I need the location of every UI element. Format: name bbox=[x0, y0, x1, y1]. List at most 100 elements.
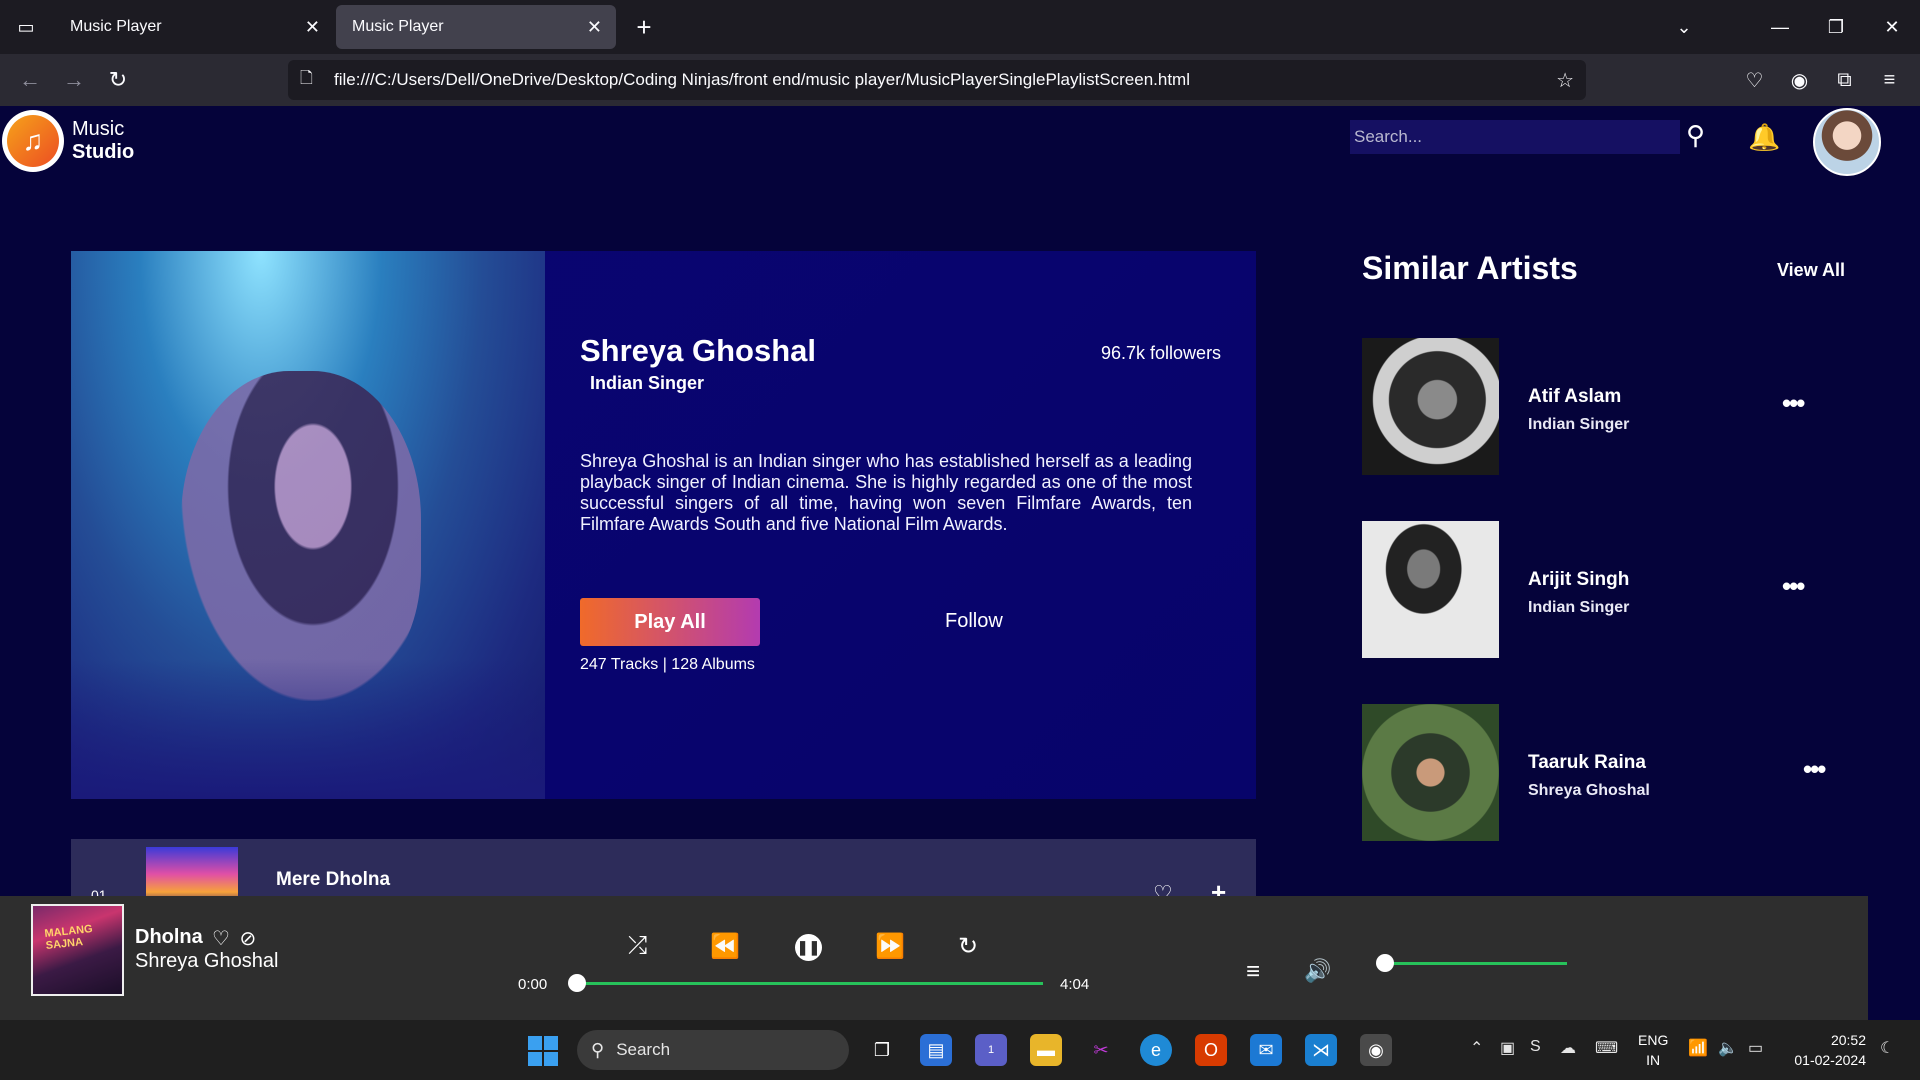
skype-icon[interactable]: S bbox=[1530, 1038, 1541, 1056]
browser-tab-bar: ▭ Music Player ✕ Music Player ✕ + ⌄ — ❐ … bbox=[0, 0, 1920, 54]
onedrive-icon[interactable]: ☁ bbox=[1560, 1038, 1576, 1058]
more-options-icon[interactable]: ••• bbox=[1782, 388, 1805, 419]
now-playing-cover: MALANG SAJNA bbox=[31, 904, 124, 996]
search-icon[interactable]: ⚲ bbox=[1686, 120, 1705, 151]
total-time: 4:04 bbox=[1060, 976, 1090, 993]
menu-icon[interactable]: ≡ bbox=[1867, 69, 1912, 92]
browser-tab-2[interactable]: Music Player ✕ bbox=[336, 5, 616, 49]
back-icon[interactable]: ← bbox=[8, 60, 52, 100]
player-bar: MALANG SAJNA Dholna ♡ ⊘ Shreya Ghoshal ⤮… bbox=[0, 896, 1868, 1020]
artist-card: Shreya Ghoshal Indian Singer 96.7k follo… bbox=[71, 251, 1256, 799]
url-bar[interactable]: 🗋 file:///C:/Users/Dell/OneDrive/Desktop… bbox=[288, 60, 1586, 100]
snipping-tool-icon[interactable]: ✂ bbox=[1085, 1034, 1117, 1066]
music-note-icon: ♫ bbox=[7, 115, 59, 167]
mail-icon[interactable]: ✉ bbox=[1250, 1034, 1282, 1066]
close-window-icon[interactable]: ✕ bbox=[1864, 17, 1920, 38]
similar-artist-role: Indian Singer bbox=[1528, 416, 1630, 433]
url-text: file:///C:/Users/Dell/OneDrive/Desktop/C… bbox=[334, 70, 1190, 89]
widgets-icon[interactable]: ▤ bbox=[920, 1034, 952, 1066]
similar-artist-item[interactable]: Taaruk Raina Shreya Ghoshal ••• bbox=[1362, 704, 1842, 841]
tab-list-icon[interactable]: ▭ bbox=[0, 0, 52, 54]
new-tab-button[interactable]: + bbox=[624, 7, 664, 47]
teams-icon[interactable]: 1 bbox=[975, 1034, 1007, 1066]
previous-icon[interactable]: ⏪ bbox=[710, 932, 740, 961]
battery-icon[interactable]: ▭ bbox=[1748, 1038, 1763, 1058]
more-options-icon[interactable]: ••• bbox=[1803, 754, 1826, 785]
tab-label: Music Player bbox=[352, 18, 444, 35]
wifi-icon[interactable]: 📶 bbox=[1688, 1038, 1708, 1058]
similar-artist-name: Arijit Singh bbox=[1528, 569, 1630, 590]
artist-photo-figure bbox=[181, 371, 421, 701]
minimize-icon[interactable]: — bbox=[1752, 17, 1808, 38]
similar-artist-name: Atif Aslam bbox=[1528, 386, 1622, 407]
notifications-icon[interactable]: ☾ bbox=[1880, 1038, 1894, 1058]
browser-tab-1[interactable]: Music Player ✕ bbox=[54, 5, 334, 49]
volume-icon[interactable]: 🔊 bbox=[1304, 958, 1331, 984]
close-tab-icon[interactable]: ✕ bbox=[305, 17, 320, 38]
keyboard-icon[interactable]: ⌨ bbox=[1595, 1038, 1618, 1058]
similar-artist-item[interactable]: Atif Aslam Indian Singer ••• bbox=[1362, 338, 1842, 475]
extensions-icon[interactable]: ⧉ bbox=[1822, 69, 1867, 92]
track-thumbnail bbox=[146, 847, 238, 896]
photo-fade bbox=[71, 659, 545, 799]
follow-button[interactable]: Follow bbox=[945, 610, 1003, 633]
tray-app-icon[interactable]: ▣ bbox=[1500, 1038, 1515, 1058]
pocket-icon[interactable]: ♡ bbox=[1732, 68, 1777, 93]
like-heart-icon[interactable]: ♡ bbox=[1153, 881, 1173, 896]
file-explorer-icon[interactable]: ▬ bbox=[1030, 1034, 1062, 1066]
app-logo[interactable]: ♫ Music Studio bbox=[2, 110, 134, 172]
taskbar-search[interactable]: ⚲ Search bbox=[577, 1030, 849, 1070]
forward-icon[interactable]: → bbox=[52, 60, 96, 100]
edge-icon[interactable]: e bbox=[1140, 1034, 1172, 1066]
tab-overflow-chevron-icon[interactable]: ⌄ bbox=[1656, 17, 1712, 38]
vscode-icon[interactable]: ⋊ bbox=[1305, 1034, 1337, 1066]
clock-date: 01-02-2024 bbox=[1794, 1052, 1866, 1068]
speaker-icon[interactable]: 🔈 bbox=[1718, 1038, 1738, 1058]
reload-icon[interactable]: ↻ bbox=[96, 60, 140, 100]
play-all-button[interactable]: Play All bbox=[580, 598, 760, 646]
close-tab-icon[interactable]: ✕ bbox=[587, 17, 602, 38]
queue-list-icon[interactable]: ≡ bbox=[1246, 958, 1260, 986]
windows-start-icon[interactable] bbox=[528, 1036, 558, 1066]
user-avatar[interactable] bbox=[1813, 108, 1881, 176]
artist-bio: Shreya Ghoshal is an Indian singer who h… bbox=[580, 451, 1192, 534]
like-heart-icon[interactable]: ♡ bbox=[212, 928, 230, 950]
clock[interactable]: 20:52 01-02-2024 bbox=[1790, 1030, 1866, 1070]
volume-slider[interactable] bbox=[1385, 962, 1567, 965]
office-icon[interactable]: O bbox=[1195, 1034, 1227, 1066]
pause-button[interactable]: ❚❚ bbox=[795, 934, 822, 961]
logo-line-2: Studio bbox=[72, 141, 135, 163]
bookmark-star-icon[interactable]: ☆ bbox=[1556, 68, 1574, 93]
block-icon[interactable]: ⊘ bbox=[240, 928, 257, 950]
progress-bar[interactable] bbox=[577, 982, 1043, 985]
windows-taskbar: ⚲ Search ❐ ▤ 1 ▬ ✂ e O ✉ ⋊ ◉ ⌃ ▣ S ☁ ⌨ E… bbox=[0, 1020, 1920, 1080]
more-options-icon[interactable]: ••• bbox=[1782, 571, 1805, 602]
volume-knob[interactable] bbox=[1376, 954, 1394, 972]
progress-knob[interactable] bbox=[568, 974, 586, 992]
similar-artist-item[interactable]: Arijit Singh Indian Singer ••• bbox=[1362, 521, 1842, 658]
account-icon[interactable]: ◉ bbox=[1777, 68, 1822, 93]
add-to-playlist-icon[interactable]: + bbox=[1211, 877, 1226, 896]
page-icon: 🗋 bbox=[300, 69, 313, 87]
repeat-icon[interactable]: ↻ bbox=[958, 932, 978, 961]
track-title: Mere Dholna bbox=[276, 869, 391, 890]
similar-artist-role: Shreya Ghoshal bbox=[1528, 782, 1650, 799]
restore-icon[interactable]: ❐ bbox=[1808, 17, 1864, 38]
next-icon[interactable]: ⏩ bbox=[875, 932, 905, 961]
shuffle-icon[interactable]: ⤮ bbox=[628, 932, 647, 960]
teams-badge: 1 bbox=[987, 1044, 995, 1056]
show-hidden-icons-icon[interactable]: ⌃ bbox=[1470, 1038, 1483, 1058]
firefox-icon[interactable]: ◉ bbox=[1360, 1034, 1392, 1066]
task-view-icon[interactable]: ❐ bbox=[866, 1034, 898, 1066]
notification-bell-icon[interactable]: 🔔 bbox=[1748, 122, 1780, 153]
artist-photo bbox=[71, 251, 545, 799]
track-row[interactable]: 01 Mere Dholna ♡ + bbox=[71, 839, 1256, 896]
search-icon: ⚲ bbox=[591, 1039, 605, 1060]
search-input[interactable]: Search... bbox=[1350, 120, 1680, 154]
similar-artist-photo bbox=[1362, 338, 1499, 475]
similar-artists-title: Similar Artists bbox=[1362, 250, 1578, 286]
similar-artist-photo bbox=[1362, 704, 1499, 841]
view-all-link[interactable]: View All bbox=[1777, 260, 1845, 281]
language-indicator[interactable]: ENG IN bbox=[1638, 1030, 1668, 1070]
similar-artist-photo bbox=[1362, 521, 1499, 658]
